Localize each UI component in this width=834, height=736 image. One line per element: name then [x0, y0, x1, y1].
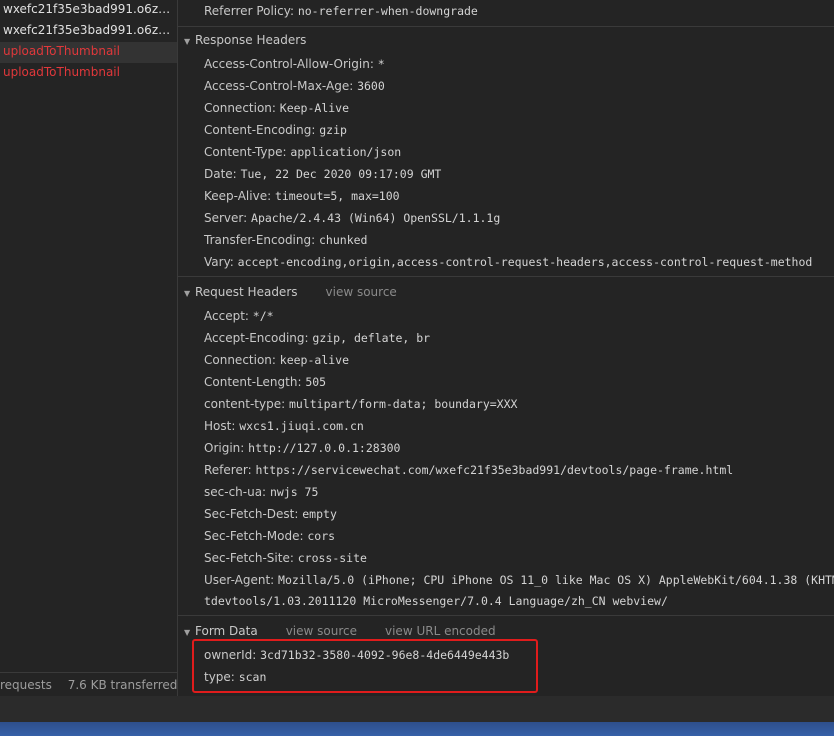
header-key: Vary: [204, 255, 234, 269]
header-value: wxcs1.jiuqi.com.cn [239, 419, 364, 433]
triangle-down-icon: ▼ [184, 289, 191, 298]
header-key: Keep-Alive: [204, 189, 272, 203]
response-header-row: Content-Encoding: gzip [204, 119, 347, 141]
header-value: gzip [319, 123, 347, 137]
header-key: Transfer-Encoding: [204, 233, 316, 247]
response-header-row: Content-Type: application/json [204, 141, 401, 163]
header-value: Tue, 22 Dec 2020 09:17:09 GMT [240, 167, 442, 181]
response-header-row: Transfer-Encoding: chunked [204, 229, 367, 251]
header-value: empty [302, 507, 337, 521]
request-list-panel: wxefc21f35e3bad991.o6zAJsx... wxefc21f35… [0, 0, 178, 696]
header-value: cross-site [297, 551, 367, 565]
transferred-label: 7.6 KB transferred [67, 678, 177, 692]
header-key: Sec-Fetch-Site: [204, 551, 294, 565]
request-item[interactable]: wxefc21f35e3bad991.o6zAJsx... [0, 21, 177, 42]
request-headers-section-toggle[interactable]: ▼ Request Headers view source [184, 281, 397, 303]
header-value: http://127.0.0.1:28300 [248, 441, 401, 455]
header-value: Mozilla/5.0 (iPhone; CPU iPhone OS 11_0 … [278, 573, 834, 587]
response-header-row: Vary: accept-encoding,origin,access-cont… [204, 251, 812, 273]
header-key: Server: [204, 211, 248, 225]
response-headers-title: Response Headers [195, 33, 307, 47]
header-key: Connection: [204, 353, 276, 367]
request-header-row: Sec-Fetch-Dest: empty [204, 503, 337, 525]
request-item[interactable]: uploadToThumbnail [0, 63, 177, 84]
response-headers-section-toggle[interactable]: ▼ Response Headers [184, 29, 306, 51]
request-item[interactable]: wxefc21f35e3bad991.o6zAJsx... [0, 0, 177, 21]
response-header-row: Date: Tue, 22 Dec 2020 09:17:09 GMT [204, 163, 441, 185]
request-header-row: Accept-Encoding: gzip, deflate, br [204, 327, 430, 349]
header-key: Sec-Fetch-Dest: [204, 507, 299, 521]
header-key: Content-Length: [204, 375, 302, 389]
header-value: multipart/form-data; boundary=XXX [288, 397, 518, 411]
response-header-row: Connection: Keep-Alive [204, 97, 349, 119]
header-value: Apache/2.4.43 (Win64) OpenSSL/1.1.1g [251, 211, 501, 225]
request-header-row: Content-Length: 505 [204, 371, 326, 393]
header-key: Content-Type: [204, 145, 287, 159]
header-value: no-referrer-when-downgrade [297, 4, 478, 18]
header-value: accept-encoding,origin,access-control-re… [237, 255, 813, 269]
header-key: Referrer Policy: [204, 4, 294, 18]
form-data-view-source-link[interactable]: view source [286, 624, 357, 638]
response-header-row: Keep-Alive: timeout=5, max=100 [204, 185, 400, 207]
header-value: gzip, deflate, br [312, 331, 431, 345]
request-count-label: requests [0, 678, 52, 692]
header-value-wrap: tdevtools/1.03.2011120 MicroMessenger/7.… [204, 590, 668, 612]
red-highlight-box [192, 639, 538, 693]
request-header-row: Connection: keep-alive [204, 349, 349, 371]
user-agent-wrap-text: tdevtools/1.03.2011120 MicroMessenger/7.… [204, 594, 668, 608]
header-key: User-Agent: [204, 573, 275, 587]
header-key: Referer: [204, 463, 252, 477]
header-key: Access-Control-Allow-Origin: [204, 57, 374, 71]
request-header-row: sec-ch-ua: nwjs 75 [204, 481, 318, 503]
header-key: Access-Control-Max-Age: [204, 79, 354, 93]
header-key: Date: [204, 167, 237, 181]
request-header-row: Accept: */* [204, 305, 274, 327]
request-header-row: Referer: https://servicewechat.com/wxefc… [204, 459, 733, 481]
request-item-selected[interactable]: uploadToThumbnail [0, 42, 177, 63]
status-bar: requests 7.6 KB transferred [0, 672, 177, 697]
header-value: keep-alive [279, 353, 350, 367]
header-value: 505 [305, 375, 327, 389]
header-row-referrer-policy: Referrer Policy: no-referrer-when-downgr… [204, 0, 478, 22]
header-key: sec-ch-ua: [204, 485, 267, 499]
response-header-row: Server: Apache/2.4.43 (Win64) OpenSSL/1.… [204, 207, 500, 229]
request-header-row: content-type: multipart/form-data; bound… [204, 393, 517, 415]
response-header-row: Access-Control-Max-Age: 3600 [204, 75, 385, 97]
request-header-row: Origin: http://127.0.0.1:28300 [204, 437, 400, 459]
header-value: application/json [290, 145, 402, 159]
header-value: chunked [319, 233, 368, 247]
header-value: https://servicewechat.com/wxefc21f35e3ba… [255, 463, 734, 477]
header-key: content-type: [204, 397, 286, 411]
request-header-row: User-Agent: Mozilla/5.0 (iPhone; CPU iPh… [204, 569, 834, 591]
header-value: 3600 [357, 79, 385, 93]
response-header-row: Access-Control-Allow-Origin: * [204, 53, 385, 75]
header-key: Accept-Encoding: [204, 331, 309, 345]
header-key: Host: [204, 419, 236, 433]
header-value: Keep-Alive [279, 101, 350, 115]
header-key: Accept: [204, 309, 249, 323]
request-header-row: Host: wxcs1.jiuqi.com.cn [204, 415, 364, 437]
request-headers-title: Request Headers [195, 285, 298, 299]
form-data-view-url-encoded-link[interactable]: view URL encoded [385, 624, 496, 638]
request-headers-view-source-link[interactable]: view source [326, 285, 397, 299]
request-header-row: Sec-Fetch-Mode: cors [204, 525, 335, 547]
form-data-title: Form Data [195, 624, 258, 638]
headers-panel: Referrer Policy: no-referrer-when-downgr… [178, 0, 834, 696]
header-value: nwjs 75 [269, 485, 319, 499]
header-value: cors [307, 529, 336, 543]
header-value: */* [252, 309, 274, 323]
taskbar-strip [0, 722, 834, 736]
header-key: Connection: [204, 101, 276, 115]
triangle-down-icon: ▼ [184, 37, 191, 46]
header-value: * [377, 57, 385, 71]
header-key: Sec-Fetch-Mode: [204, 529, 304, 543]
header-key: Content-Encoding: [204, 123, 316, 137]
header-key: Origin: [204, 441, 245, 455]
request-header-row: Sec-Fetch-Site: cross-site [204, 547, 367, 569]
header-value: timeout=5, max=100 [274, 189, 400, 203]
